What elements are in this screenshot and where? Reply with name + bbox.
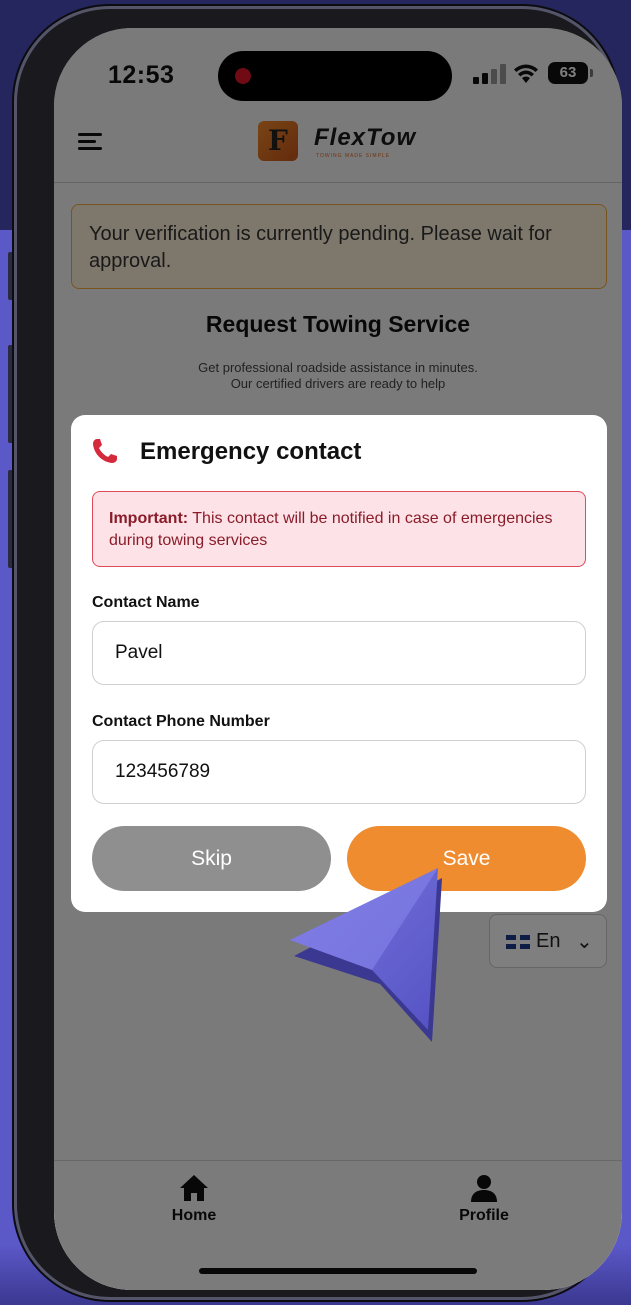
contact-name-input[interactable]: Pavel <box>92 621 586 685</box>
modal-title: Emergency contact <box>140 438 362 465</box>
emergency-contact-modal: Emergency contact Important: This contac… <box>71 415 607 912</box>
app-screen: 12:53 63 F FlexTow TOWING MADE SIMPLE Yo… <box>54 28 622 1290</box>
contact-name-label: Contact Name <box>92 594 200 611</box>
phone-icon <box>93 439 117 463</box>
skip-button[interactable]: Skip <box>92 826 331 891</box>
save-button[interactable]: Save <box>347 826 586 891</box>
alert-strong-label: Important: <box>109 510 189 527</box>
important-alert: Important: This contact will be notified… <box>92 491 586 567</box>
contact-phone-input[interactable]: 123456789 <box>92 740 586 804</box>
phone-frame: 12:53 63 F FlexTow TOWING MADE SIMPLE Yo… <box>14 6 622 1300</box>
contact-phone-label: Contact Phone Number <box>92 713 270 730</box>
